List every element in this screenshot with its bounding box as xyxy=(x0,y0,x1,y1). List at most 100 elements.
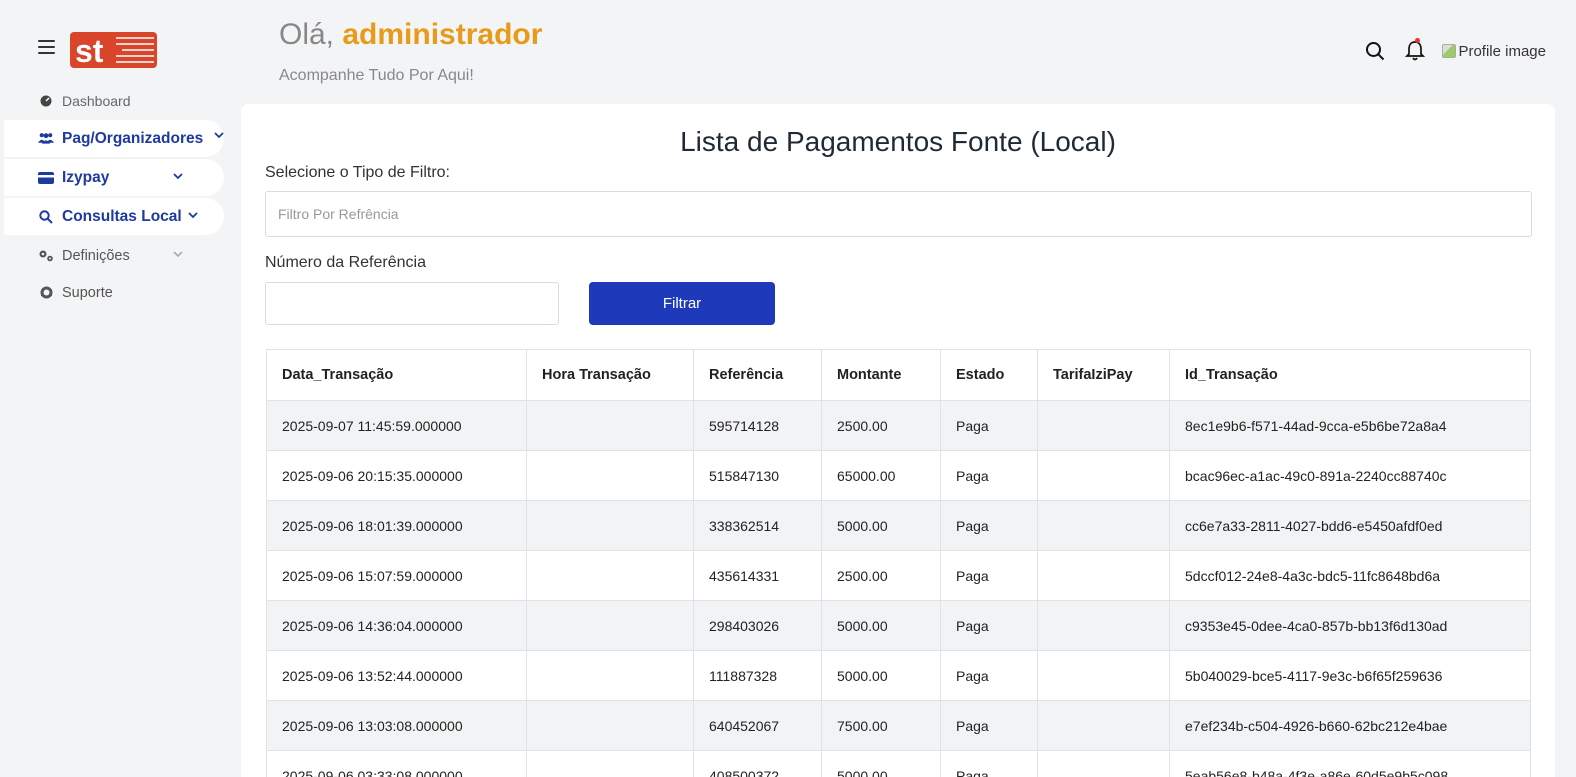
logo[interactable]: st xyxy=(70,32,157,69)
table-row[interactable]: 2025-09-07 11:45:59.000000 595714128 2500.… xyxy=(266,400,1531,451)
main-card: Lista de Pagamentos Fonte (Local) Seleci… xyxy=(241,104,1555,777)
table-cell: Paga xyxy=(940,450,1038,501)
table-cell xyxy=(1037,600,1170,651)
table-cell: 5000.00 xyxy=(821,750,941,777)
table-row[interactable]: 2025-09-06 03:33:08.000000 408500372 5000.… xyxy=(266,750,1531,777)
table-cell xyxy=(526,700,694,751)
table-cell xyxy=(1037,400,1170,451)
menu-toggle-icon[interactable] xyxy=(38,40,55,54)
table-cell: 2025-09-07 11:45:59.000000 xyxy=(266,400,527,451)
table-cell xyxy=(526,650,694,701)
greeting-prefix: Olá, xyxy=(279,18,335,51)
table-cell: Paga xyxy=(940,400,1038,451)
column-header[interactable]: Referência xyxy=(693,349,822,401)
sidebar-item-suporte[interactable]: Suporte xyxy=(4,274,224,311)
table-cell xyxy=(1037,500,1170,551)
sidebar-item-dashboard[interactable]: Dashboard xyxy=(4,90,224,112)
table-cell: 595714128 xyxy=(693,400,822,451)
ref-number-input[interactable] xyxy=(265,282,559,325)
dashboard-icon xyxy=(38,94,54,108)
table-cell: cc6e7a33-2811-4027-bdd6-e5450afdf0ed xyxy=(1169,500,1531,551)
table-cell: Paga xyxy=(940,650,1038,701)
sidebar-item-label: Consultas Local xyxy=(62,207,182,225)
sidebar-item-label: Definições xyxy=(62,247,130,264)
table-body: 2025-09-07 11:45:59.000000 595714128 2500.… xyxy=(266,400,1531,777)
credit-card-icon xyxy=(38,171,54,185)
column-header[interactable]: Montante xyxy=(821,349,941,401)
table-row[interactable]: 2025-09-06 14:36:04.000000 298403026 5000.… xyxy=(266,600,1531,651)
table-cell: 2025-09-06 14:36:04.000000 xyxy=(266,600,527,651)
table-cell: 65000.00 xyxy=(821,450,941,501)
filter-type-select[interactable]: Filtro Por Refrência xyxy=(265,191,1532,237)
sidebar-item-pag-organizadores[interactable]: Pag/Organizadores xyxy=(4,120,224,157)
table-cell: 5b040029-bce5-4117-9e3c-b6f65f259636 xyxy=(1169,650,1531,701)
table-cell: Paga xyxy=(940,500,1038,551)
table-cell: 2500.00 xyxy=(821,400,941,451)
table-cell: 515847130 xyxy=(693,450,822,501)
search-icon xyxy=(38,209,54,224)
sidebar-item-consultas-local[interactable]: Consultas Local xyxy=(4,198,224,235)
table-cell: 298403026 xyxy=(693,600,822,651)
table-cell xyxy=(1037,650,1170,701)
table-cell: c9353e45-0dee-4ca0-857b-bb13f6d130ad xyxy=(1169,600,1531,651)
table-cell: 5000.00 xyxy=(821,600,941,651)
ref-number-label: Número da Referência xyxy=(265,254,426,271)
sidebar-item-label: Suporte xyxy=(62,284,113,301)
table-cell: e7ef234b-c504-4926-b660-62bc212e4bae xyxy=(1169,700,1531,751)
column-header[interactable]: Id_Transação xyxy=(1169,349,1531,401)
table-row[interactable]: 2025-09-06 15:07:59.000000 435614331 2500.… xyxy=(266,550,1531,601)
sidebar-item-izypay[interactable]: Izypay xyxy=(4,159,224,196)
table-cell: 2025-09-06 13:03:08.000000 xyxy=(266,700,527,751)
table-cell: Paga xyxy=(940,550,1038,601)
table-cell: 8ec1e9b6-f571-44ad-9cca-e5b6be72a8a4 xyxy=(1169,400,1531,451)
column-header[interactable]: TarifaIziPay xyxy=(1037,349,1170,401)
table-cell: 5000.00 xyxy=(821,650,941,701)
payments-table: Data_Transação Hora Transação Referência… xyxy=(266,349,1531,777)
table-cell: 7500.00 xyxy=(821,700,941,751)
table-cell xyxy=(1037,750,1170,777)
table-cell: Paga xyxy=(940,750,1038,777)
header-subtitle: Acompanhe Tudo Por Aqui! xyxy=(279,67,474,84)
svg-text:st: st xyxy=(75,33,104,68)
column-header[interactable]: Hora Transação xyxy=(526,349,694,401)
table-row[interactable]: 2025-09-06 18:01:39.000000 338362514 5000.… xyxy=(266,500,1531,551)
sidebar-item-label: Pag/Organizadores xyxy=(62,129,204,147)
chevron-down-icon xyxy=(214,132,224,139)
table-cell xyxy=(526,450,694,501)
greeting: Olá, administrador xyxy=(279,18,542,52)
profile-alt-text: Profile image xyxy=(1458,42,1546,60)
table-cell xyxy=(526,750,694,777)
table-cell: 640452067 xyxy=(693,700,822,751)
sidebar-item-definicoes[interactable]: Definições xyxy=(4,237,224,274)
table-row[interactable]: 2025-09-06 20:15:35.000000 515847130 65000… xyxy=(266,450,1531,501)
table-cell xyxy=(1037,550,1170,601)
table-row[interactable]: 2025-09-06 13:03:08.000000 640452067 7500.… xyxy=(266,700,1531,751)
chevron-down-icon xyxy=(188,212,198,219)
table-cell: 2025-09-06 13:52:44.000000 xyxy=(266,650,527,701)
table-cell xyxy=(526,550,694,601)
table-cell: 338362514 xyxy=(693,500,822,551)
table-cell xyxy=(1037,700,1170,751)
table-cell: 5000.00 xyxy=(821,500,941,551)
table-cell xyxy=(526,400,694,451)
profile-image[interactable]: Profile image xyxy=(1442,43,1546,60)
column-header[interactable]: Estado xyxy=(940,349,1038,401)
table-cell xyxy=(526,500,694,551)
search-icon[interactable] xyxy=(1362,38,1388,64)
filter-type-label: Selecione o Tipo de Filtro: xyxy=(265,164,450,181)
table-cell: Paga xyxy=(940,700,1038,751)
table-cell xyxy=(1037,450,1170,501)
table-row[interactable]: 2025-09-06 13:52:44.000000 111887328 5000.… xyxy=(266,650,1531,701)
filter-button[interactable]: Filtrar xyxy=(589,282,775,325)
notification-bell-icon[interactable] xyxy=(1402,38,1428,64)
sidebar: st Dashboard Pag/Organizadores Izypay Co… xyxy=(0,0,230,777)
sidebar-item-label: Izypay xyxy=(62,168,110,186)
header-actions: Profile image xyxy=(1362,38,1546,64)
broken-image-icon xyxy=(1442,44,1457,58)
column-header[interactable]: Data_Transação xyxy=(266,349,527,401)
table-cell: 2025-09-06 18:01:39.000000 xyxy=(266,500,527,551)
table-cell: 5dccf012-24e8-4a3c-bdc5-11fc8648bd6a xyxy=(1169,550,1531,601)
table-cell: 2025-09-06 03:33:08.000000 xyxy=(266,750,527,777)
table-cell: Paga xyxy=(940,600,1038,651)
sidebar-item-label: Dashboard xyxy=(62,93,131,109)
